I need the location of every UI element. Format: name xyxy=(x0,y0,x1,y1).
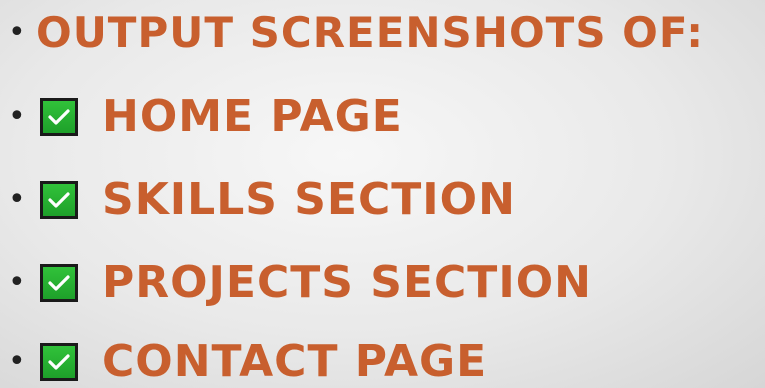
slide-heading: OUTPUT SCREENSHOTS OF: xyxy=(36,8,705,57)
bullet-dot-icon: • xyxy=(8,15,26,50)
list-item-label: PROJECTS SECTION xyxy=(102,257,592,308)
checkbox-checked-icon xyxy=(40,264,78,302)
list-item: • PROJECTS SECTION xyxy=(8,261,592,305)
bullet-dot-icon: • xyxy=(8,99,26,134)
bullet-dot-icon: • xyxy=(8,182,26,217)
heading-row: • OUTPUT SCREENSHOTS OF: xyxy=(8,12,704,54)
checkbox-checked-icon xyxy=(40,181,78,219)
list-item-label: SKILLS SECTION xyxy=(102,174,516,225)
slide: • OUTPUT SCREENSHOTS OF: • HOME PAGE • S… xyxy=(0,0,765,388)
list-item: • CONTACT PAGE xyxy=(8,340,487,384)
bullet-dot-icon: • xyxy=(8,344,26,379)
list-item: • HOME PAGE xyxy=(8,95,403,139)
checkbox-checked-icon xyxy=(40,98,78,136)
list-item-label: HOME PAGE xyxy=(102,91,403,142)
bullet-dot-icon: • xyxy=(8,265,26,300)
checkbox-checked-icon xyxy=(40,343,78,381)
list-item-label: CONTACT PAGE xyxy=(102,336,488,387)
list-item: • SKILLS SECTION xyxy=(8,178,516,222)
